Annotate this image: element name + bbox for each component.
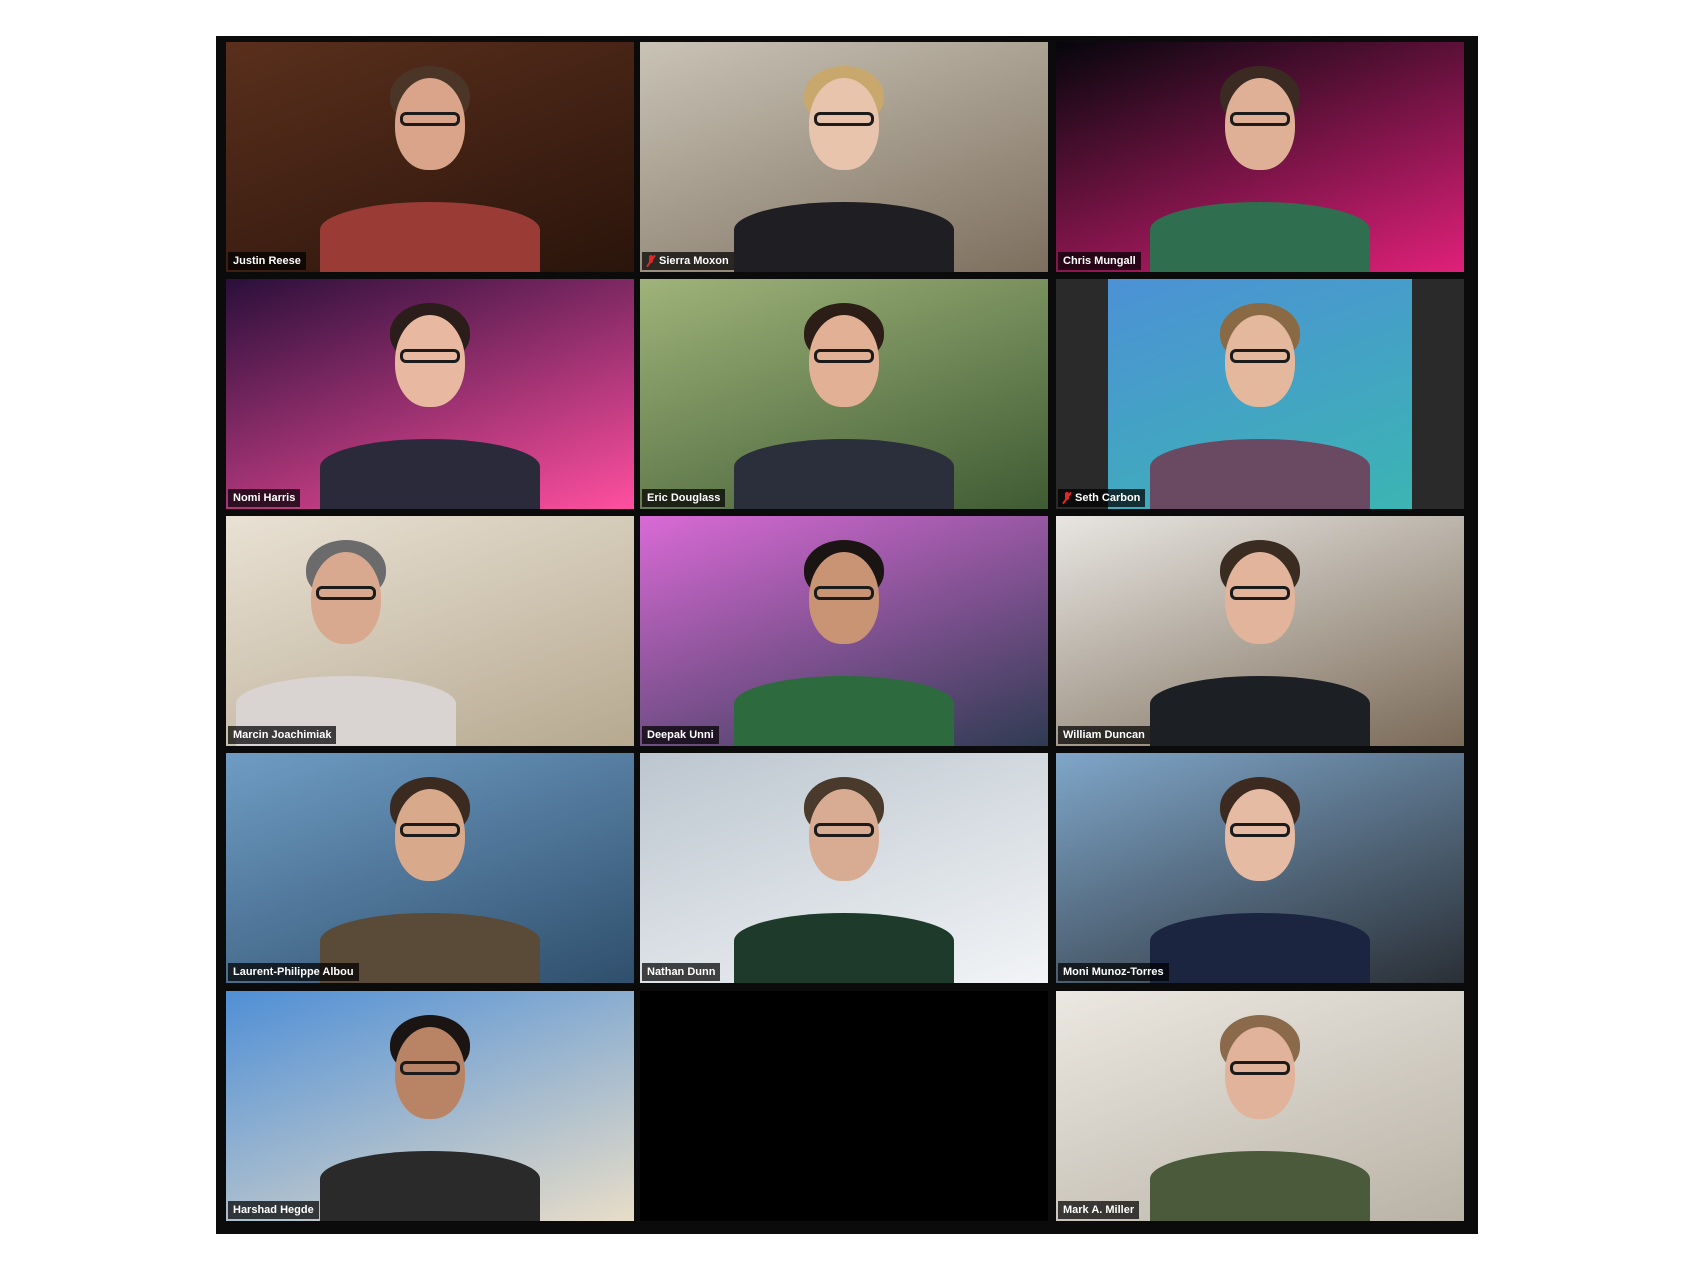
participant-figure — [1056, 753, 1464, 983]
participant-name-tag: Nathan Dunn — [642, 963, 721, 981]
participant-name-tag: Nomi Harris — [228, 489, 301, 507]
participant-video-tile[interactable]: Nathan Dunn — [640, 753, 1048, 983]
participant-figure — [226, 516, 634, 746]
mic-muted-icon — [1063, 492, 1071, 504]
glasses-icon — [400, 1061, 460, 1075]
participant-shirt — [320, 1151, 540, 1221]
participant-figure — [640, 42, 1048, 272]
participant-shirt — [734, 439, 954, 509]
participant-shirt — [320, 202, 540, 272]
participant-video-tile[interactable]: Mark A. Miller — [1056, 991, 1464, 1221]
participant-figure — [640, 753, 1048, 983]
participant-shirt — [1150, 1151, 1370, 1221]
participant-name: Harshad Hegde — [233, 1204, 314, 1216]
participant-figure — [1056, 516, 1464, 746]
participant-name: William Duncan — [1063, 729, 1145, 741]
participant-video-tile[interactable]: Sierra Moxon — [640, 42, 1048, 272]
participant-shirt — [734, 913, 954, 983]
glasses-icon — [1230, 1061, 1290, 1075]
participant-video-tile[interactable]: Moni Munoz-Torres — [1056, 753, 1464, 983]
participant-video-tile[interactable]: Laurent-Philippe Albou — [226, 753, 634, 983]
participant-video-tile[interactable]: Deepak Unni — [640, 516, 1048, 746]
glasses-icon — [316, 586, 376, 600]
participant-figure — [1056, 279, 1464, 509]
glasses-icon — [1230, 586, 1290, 600]
participant-figure — [1056, 42, 1464, 272]
participant-video-tile[interactable]: Eric Douglass — [640, 279, 1048, 509]
participant-name-tag: Moni Munoz-Torres — [1058, 963, 1169, 981]
participant-name-tag: Marcin Joachimiak — [228, 726, 337, 744]
participant-shirt — [734, 202, 954, 272]
participant-name-tag: Seth Carbon — [1058, 489, 1146, 507]
participant-name: Sierra Moxon — [659, 255, 729, 267]
participant-name: Nathan Dunn — [647, 966, 716, 978]
participant-video-tile[interactable]: Marcin Joachimiak — [226, 516, 634, 746]
participant-name-tag: Mark A. Miller — [1058, 1201, 1140, 1219]
participant-video-tile[interactable]: Nomi Harris — [226, 279, 634, 509]
participant-name: Marcin Joachimiak — [233, 729, 332, 741]
glasses-icon — [1230, 349, 1290, 363]
participant-name: Chris Mungall — [1063, 255, 1136, 267]
participant-figure — [1056, 991, 1464, 1221]
participant-video-tile[interactable]: William Duncan — [1056, 516, 1464, 746]
participant-name: Nomi Harris — [233, 492, 296, 504]
glasses-icon — [400, 112, 460, 126]
glasses-icon — [400, 349, 460, 363]
participant-name: Eric Douglass — [647, 492, 721, 504]
participant-name-tag: Laurent-Philippe Albou — [228, 963, 359, 981]
glasses-icon — [814, 586, 874, 600]
participant-figure — [226, 279, 634, 509]
participant-figure — [640, 516, 1048, 746]
glasses-icon — [1230, 112, 1290, 126]
participant-name-tag: Sierra Moxon — [642, 252, 734, 270]
participant-name: Moni Munoz-Torres — [1063, 966, 1164, 978]
participant-shirt — [1150, 676, 1370, 746]
participant-figure — [226, 42, 634, 272]
glasses-icon — [1230, 823, 1290, 837]
participant-video-tile[interactable]: Chris Mungall — [1056, 42, 1464, 272]
participant-name-tag: Eric Douglass — [642, 489, 726, 507]
participant-name-tag: Harshad Hegde — [228, 1201, 319, 1219]
mic-muted-icon — [647, 255, 655, 267]
participant-name-tag: William Duncan — [1058, 726, 1150, 744]
participant-name-tag: Justin Reese — [228, 252, 306, 270]
glasses-icon — [814, 823, 874, 837]
glasses-icon — [814, 349, 874, 363]
participant-figure — [226, 753, 634, 983]
participant-figure — [226, 991, 634, 1221]
participant-shirt — [1150, 202, 1370, 272]
participant-video-tile[interactable]: Justin Reese — [226, 42, 634, 272]
empty-video-tile — [640, 991, 1048, 1221]
participant-name-tag: Chris Mungall — [1058, 252, 1141, 270]
participant-name-tag: Deepak Unni — [642, 726, 719, 744]
participant-name: Seth Carbon — [1075, 492, 1141, 504]
participant-name: Deepak Unni — [647, 729, 714, 741]
gallery-view: Justin Reese Sierra Moxon Chris Mungall Nom… — [216, 36, 1478, 1234]
participant-shirt — [320, 439, 540, 509]
participant-shirt — [1150, 439, 1370, 509]
participant-video-tile[interactable]: Harshad Hegde — [226, 991, 634, 1221]
participant-name: Justin Reese — [233, 255, 301, 267]
participant-video-tile[interactable]: Seth Carbon — [1056, 279, 1464, 509]
glasses-icon — [400, 823, 460, 837]
glasses-icon — [814, 112, 874, 126]
participant-figure — [640, 279, 1048, 509]
participant-name: Mark A. Miller — [1063, 1204, 1135, 1216]
participant-shirt — [734, 676, 954, 746]
participant-name: Laurent-Philippe Albou — [233, 966, 354, 978]
participant-shirt — [1150, 913, 1370, 983]
